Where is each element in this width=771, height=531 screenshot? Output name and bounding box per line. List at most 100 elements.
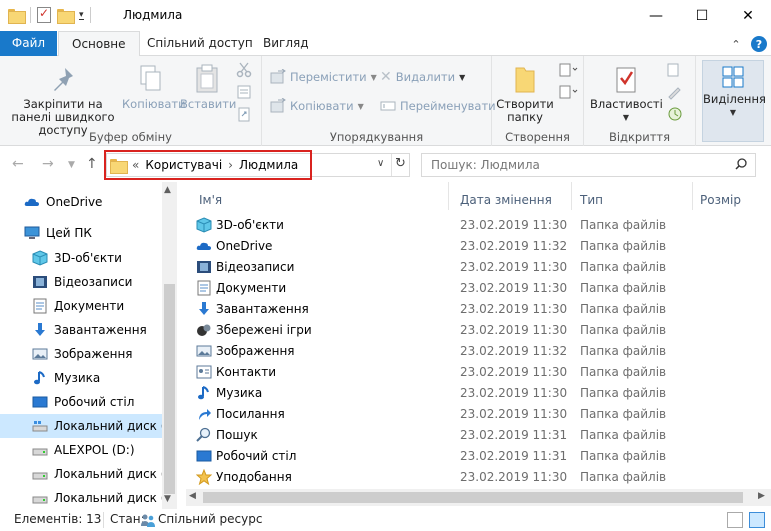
nav-item-this-pc[interactable]: Цей ПК [0,221,164,245]
collapse-ribbon-icon[interactable]: ⌃ [728,36,744,52]
tab-file[interactable]: Файл [0,31,57,56]
file-row[interactable]: Зображення 23.02.2019 11:32 Папка файлів [196,340,686,361]
file-row[interactable]: Пошук 23.02.2019 11:31 Папка файлів [196,424,686,445]
copy-path-icon[interactable] [236,84,252,100]
desktop-icon [196,450,212,461]
tab-share[interactable]: Спільний доступ [134,31,266,56]
paste-button[interactable]: Вставити [180,64,236,111]
nav-item-drive-c[interactable]: Локальний диск (C: [0,414,164,438]
file-name: Уподобання [216,469,292,484]
address-dropdown-icon[interactable]: ∨ [377,158,384,169]
file-row[interactable]: Контакти 23.02.2019 11:30 Папка файлів [196,361,686,382]
scroll-left-icon[interactable]: ◀ [189,491,196,501]
back-icon[interactable]: ← [12,156,24,172]
column-date[interactable]: Дата змінення [460,187,552,213]
recent-locations-icon[interactable]: ▼ [68,160,75,170]
file-row[interactable]: Відеозаписи 23.02.2019 11:30 Папка файлі… [196,256,686,277]
maximize-button[interactable]: ☐ [679,0,725,31]
details-view-icon[interactable] [727,512,743,528]
open-icon[interactable] [666,62,686,78]
window-controls: — ☐ ✕ [633,0,771,31]
properties-button[interactable]: Властивості ▼ [590,64,663,124]
search-icon[interactable] [735,158,747,170]
scrollbar-thumb[interactable] [164,284,175,494]
file-row[interactable]: Робочий стіл 23.02.2019 11:31 Папка файл… [196,445,686,466]
file-date: 23.02.2019 11:30 [460,259,568,274]
file-name: 3D-об'єкти [216,217,284,232]
column-divider[interactable] [571,182,572,210]
column-name[interactable]: Ім'я [199,187,222,213]
file-row[interactable]: Збережені ігри 23.02.2019 11:30 Папка фа… [196,319,686,340]
move-to-button[interactable]: Перемістити ▼ [270,69,377,85]
onedrive-icon [196,242,211,250]
easy-access-icon[interactable] [558,84,578,100]
file-row[interactable]: Завантаження 23.02.2019 11:30 Папка файл… [196,298,686,319]
close-button[interactable]: ✕ [725,0,771,31]
nav-item-onedrive[interactable]: OneDrive [0,190,164,214]
minimize-button[interactable]: — [633,0,679,31]
nav-item-desktop[interactable]: Робочий стіл [0,390,164,414]
nav-item-music[interactable]: Музика [0,366,164,390]
large-icons-view-icon[interactable] [749,512,765,528]
nav-item-drive-f[interactable]: Локальний диск (F:) [0,486,164,509]
file-row[interactable]: Посилання 23.02.2019 11:30 Папка файлів [196,403,686,424]
horizontal-scrollbar[interactable]: ◀ ▶ [186,489,771,506]
forward-icon[interactable]: → [42,156,54,172]
refresh-icon[interactable]: ↻ [395,156,406,171]
history-icon[interactable] [666,106,686,122]
column-size[interactable]: Розмір [700,187,741,213]
dropdown-arrow-icon: ▼ [729,108,737,117]
search-box[interactable]: Пошук: Людмила [421,153,756,177]
copy-button[interactable]: Копіювати [122,64,186,111]
delete-button[interactable]: ✕ Видалити ▼ [380,69,465,85]
file-row[interactable]: Музика 23.02.2019 11:30 Папка файлів [196,382,686,403]
tab-home[interactable]: Основне [58,31,140,57]
file-row[interactable]: OneDrive 23.02.2019 11:32 Папка файлів [196,235,686,256]
nav-item-pictures[interactable]: Зображення [0,342,164,366]
tab-view[interactable]: Вигляд [250,31,322,56]
item-count: Елементів: 13 [14,512,102,526]
file-row[interactable]: Уподобання 23.02.2019 11:30 Папка файлів [196,466,686,487]
scroll-right-icon[interactable]: ▶ [758,491,765,501]
up-icon[interactable]: ↑ [86,156,98,172]
nav-scrollbar[interactable]: ▲ ▼ [162,182,177,509]
help-icon[interactable]: ? [751,36,767,52]
nav-item-documents[interactable]: Документи [0,294,164,318]
pin-button[interactable]: Закріпити на панелі швидкого доступу [4,64,122,137]
scroll-down-icon[interactable]: ▼ [164,494,171,504]
column-type[interactable]: Тип [580,187,603,213]
column-divider[interactable] [448,182,449,210]
dropdown-arrow-icon: ▼ [370,72,377,82]
nav-item-drive-d[interactable]: ALEXPOL (D:) [0,438,164,462]
column-divider[interactable] [692,182,693,210]
documents-icon [33,298,47,314]
clipboard-group: Закріпити на панелі швидкого доступу Коп… [0,56,262,146]
file-row[interactable]: Документи 23.02.2019 11:30 Папка файлів [196,277,686,298]
scrollbar-thumb[interactable] [203,492,743,503]
copy-to-button[interactable]: Копіювати ▼ [270,98,364,114]
new-folder-button[interactable]: Створити папку [494,64,556,124]
nav-item-videos[interactable]: Відеозаписи [0,270,164,294]
nav-item-drive-e[interactable]: Локальний диск (E:) [0,462,164,486]
cut-icon[interactable] [236,62,252,78]
new-folder-icon[interactable] [57,8,75,24]
nav-item-downloads[interactable]: Завантаження [0,318,164,342]
copy-to-icon [270,98,286,113]
paste-shortcut-icon[interactable] [236,106,252,122]
select-button[interactable]: Виділення ▼ [702,60,766,142]
properties-icon[interactable] [37,6,51,23]
folder-icon[interactable] [8,8,26,24]
toolbar-separator [89,7,91,23]
rename-button[interactable]: Перейменувати [380,98,496,114]
scroll-up-icon[interactable]: ▲ [164,185,171,195]
file-row[interactable]: 3D-об'єкти 23.02.2019 11:30 Папка файлів [196,214,686,235]
toolbar-separator [30,7,31,23]
new-item-icon[interactable] [558,62,578,78]
nav-item-label: 3D-об'єкти [54,251,122,265]
copy-icon [140,65,161,91]
edit-icon[interactable] [666,84,686,100]
search-input[interactable]: Пошук: Людмила [431,158,540,172]
clipboard-group-label: Буфер обміну [89,130,172,144]
customize-toolbar-icon[interactable]: ▾ [79,10,84,20]
nav-item-3d-objects[interactable]: 3D-об'єкти [0,246,164,270]
